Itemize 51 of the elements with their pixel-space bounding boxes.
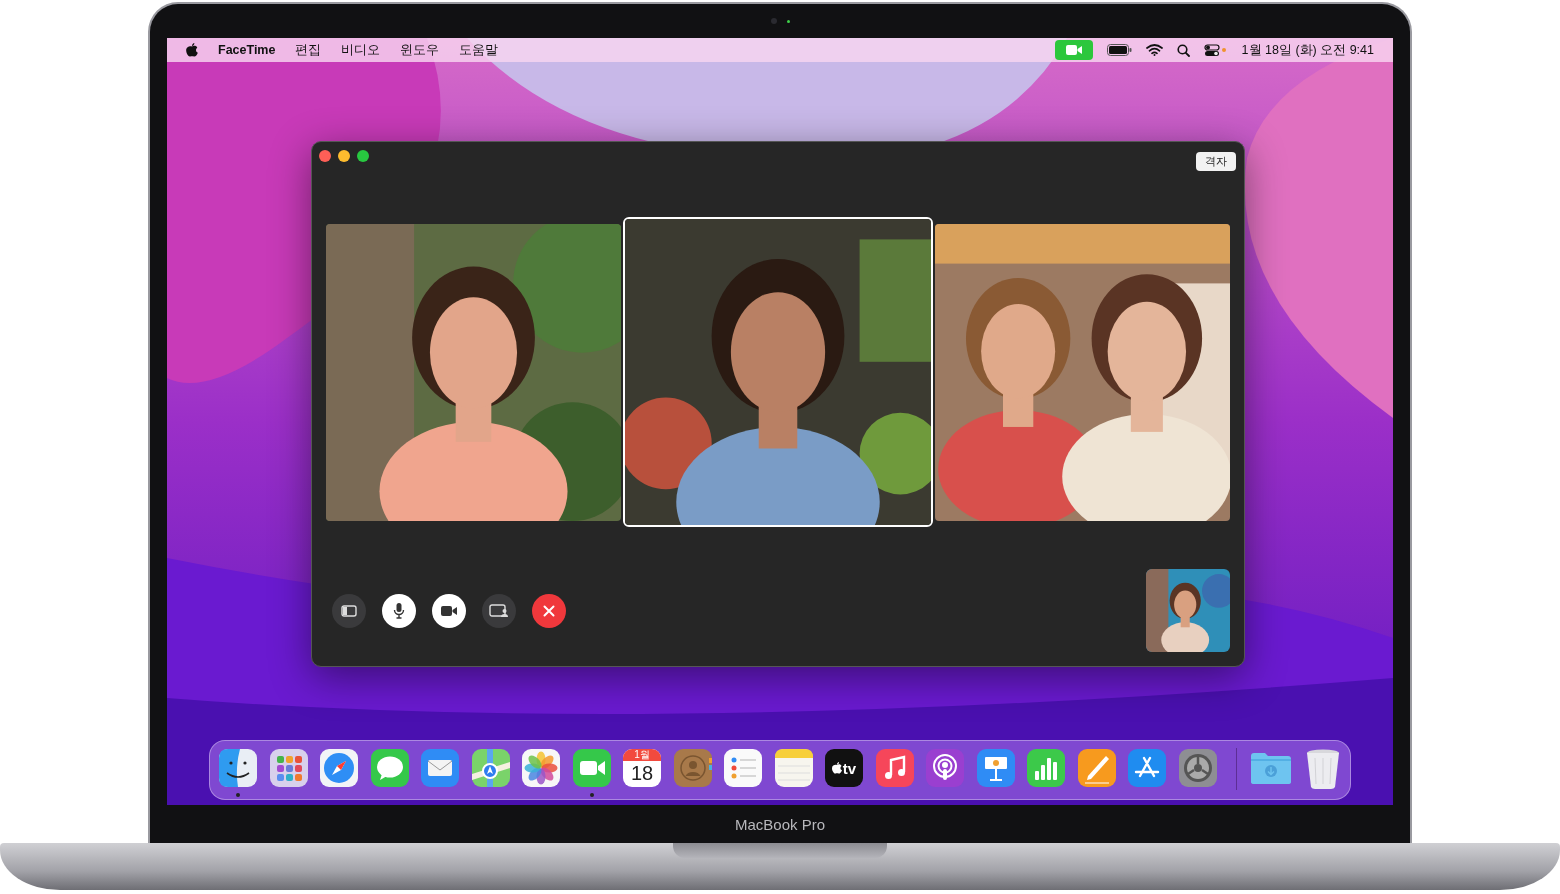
tv-label: tv bbox=[842, 759, 857, 777]
apple-logo-icon[interactable] bbox=[186, 43, 198, 57]
a-shape-icon[interactable] bbox=[1127, 748, 1167, 788]
battery-icon[interactable] bbox=[1106, 44, 1132, 56]
minimize-window-button[interactable] bbox=[338, 150, 350, 162]
camera-lens bbox=[770, 18, 777, 24]
gear-icon[interactable] bbox=[1177, 748, 1218, 788]
menu-item[interactable]: 윈도우 bbox=[400, 41, 440, 59]
toggle-switches-icon[interactable] bbox=[1203, 43, 1220, 57]
app-grid-icon[interactable] bbox=[268, 748, 309, 788]
tv-app-icon[interactable]: tv bbox=[825, 749, 863, 787]
music-note-icon[interactable] bbox=[874, 748, 915, 788]
podcast-icon[interactable] bbox=[925, 748, 965, 788]
menu-item[interactable]: 편집 bbox=[295, 41, 322, 59]
notepad-icon[interactable] bbox=[773, 748, 814, 788]
sidebar-icon bbox=[341, 604, 357, 617]
envelope-icon[interactable] bbox=[420, 748, 460, 788]
close-window-button[interactable] bbox=[319, 150, 331, 162]
finder-face-icon[interactable] bbox=[218, 748, 258, 788]
grid-button[interactable]: 격자 bbox=[1196, 152, 1236, 171]
app-menu[interactable]: FaceTime bbox=[218, 43, 276, 57]
end-call-button[interactable] bbox=[532, 593, 566, 628]
close-icon bbox=[543, 604, 555, 617]
status-dot bbox=[1221, 48, 1226, 52]
menu-item[interactable]: 도움말 bbox=[459, 41, 499, 59]
menu-bar-clock[interactable]: 1월 18일 (화) 오전 9:41 bbox=[1241, 41, 1374, 59]
microphone-button[interactable] bbox=[382, 593, 416, 628]
screen-share-icon bbox=[489, 603, 509, 618]
sidebar-button[interactable] bbox=[332, 593, 366, 628]
flower-icon[interactable] bbox=[521, 748, 561, 788]
calendar-month: 1월 bbox=[623, 749, 661, 761]
calendar-day: 18 bbox=[630, 761, 654, 785]
zoom-window-button[interactable] bbox=[357, 150, 369, 162]
wifi-icon[interactable] bbox=[1145, 44, 1163, 56]
microphone-icon bbox=[393, 602, 405, 619]
device-label: MacBook Pro bbox=[734, 815, 825, 833]
calendar-icon[interactable]: 1월 18 bbox=[623, 749, 661, 787]
video-camera-icon bbox=[440, 604, 458, 617]
bar-chart-icon[interactable] bbox=[1026, 748, 1066, 788]
apple-logo-icon bbox=[831, 762, 842, 774]
speech-bubble-icon[interactable] bbox=[369, 748, 410, 788]
checklist-icon[interactable] bbox=[723, 748, 763, 788]
search-icon[interactable] bbox=[1176, 43, 1190, 57]
camera-button[interactable] bbox=[432, 593, 466, 628]
map-icon[interactable] bbox=[470, 748, 511, 788]
screen-share-button[interactable] bbox=[482, 593, 516, 628]
podium-icon[interactable] bbox=[975, 748, 1016, 788]
video-camera-icon[interactable] bbox=[571, 748, 612, 788]
pen-icon[interactable] bbox=[1076, 748, 1117, 788]
compass-icon[interactable] bbox=[319, 748, 359, 788]
menu-item[interactable]: 비디오 bbox=[341, 41, 381, 59]
